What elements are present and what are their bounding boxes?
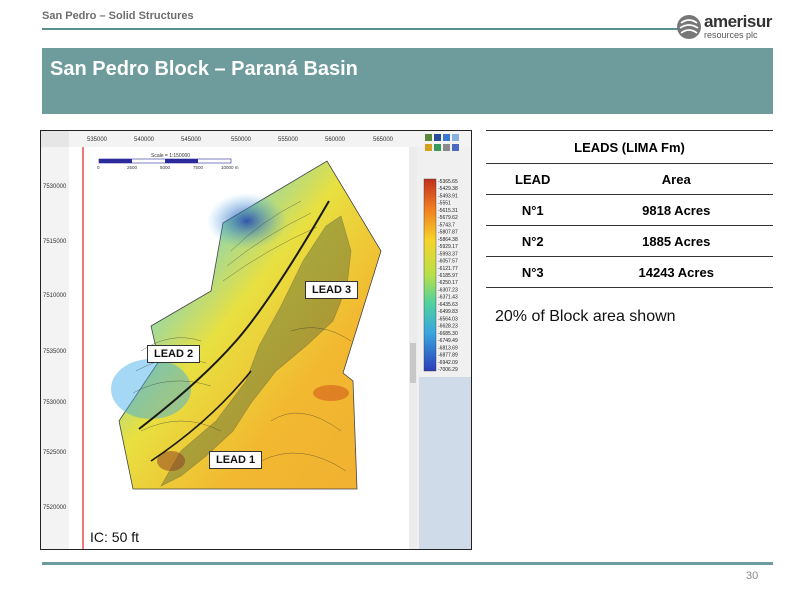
table-caption: LEADS (LIMA Fm) — [486, 130, 773, 164]
table-header-lead: LEAD — [486, 163, 580, 195]
table-header-area: Area — [579, 163, 773, 195]
color-scale-label: -5807.87 — [438, 230, 458, 236]
y-tick-label: 7530000 — [43, 400, 67, 406]
color-scale-label: -6057.57 — [438, 259, 458, 265]
structure-map-screenshot: 535000 540000 545000 550000 555000 56000… — [40, 130, 472, 550]
color-scale-label: -6749.49 — [438, 338, 458, 344]
title-banner: San Pedro Block – Paraná Basin — [42, 48, 773, 114]
leads-table: LEADS (LIMA Fm) LEAD Area N°1 9818 Acres… — [486, 130, 773, 288]
header-section-title: San Pedro – Solid Structures — [42, 10, 194, 22]
header-divider — [42, 28, 682, 30]
color-scale-label: -6877.89 — [438, 353, 458, 359]
toolbar-icon[interactable] — [452, 144, 459, 151]
color-scale-label: -5551 — [438, 201, 451, 207]
lead-3-label: LEAD 3 — [305, 281, 359, 299]
color-scale-label: -5743.7 — [438, 222, 455, 228]
toolbar-icon[interactable] — [425, 134, 432, 141]
block-outline — [111, 160, 382, 490]
y-tick-label: 7525000 — [43, 450, 67, 456]
color-scale-label: -5615.31 — [438, 208, 458, 214]
legend-empty-area — [419, 377, 471, 549]
y-tick-label: 7510000 — [43, 293, 67, 299]
color-scale-label: -5493.91 — [438, 193, 458, 199]
color-scale-label: -7006.29 — [438, 367, 458, 373]
y-tick-label: 7515000 — [43, 239, 67, 245]
logo-globe-icon — [677, 15, 701, 39]
logo-subtitle: resources plc — [704, 30, 758, 40]
color-scale-label: -6121.77 — [438, 266, 458, 272]
scale-tick: 0 — [97, 165, 100, 170]
color-scale-label: -5993.37 — [438, 251, 458, 257]
table-row: N°3 14243 Acres — [486, 256, 773, 288]
y-tick-label: 7530000 — [43, 184, 67, 190]
lead-number: N°2 — [486, 225, 580, 257]
lead-area: 14243 Acres — [579, 256, 773, 288]
x-tick-label: 565000 — [373, 137, 394, 143]
y-tick-label: 7535000 — [43, 349, 67, 355]
map-scale-bar: Scale = 1:150000 0 2500 5000 7500 10000 … — [97, 153, 239, 170]
lead-1-label: LEAD 1 — [209, 451, 263, 469]
color-scale-label: -6813.69 — [438, 345, 458, 351]
map-left-ruler — [41, 131, 69, 549]
color-scale-label: -6942.09 — [438, 360, 458, 366]
color-scale-label: -5864.38 — [438, 237, 458, 243]
toolbar-icon[interactable] — [443, 144, 450, 151]
company-logo: amerisur resources plc — [676, 12, 788, 42]
lead-area: 1885 Acres — [579, 225, 773, 257]
color-scale-bar — [423, 178, 437, 372]
structure-map: 535000 540000 545000 550000 555000 56000… — [41, 131, 471, 549]
lead-number: N°3 — [486, 256, 580, 288]
color-scale-label: -6307.23 — [438, 287, 458, 293]
table-row: N°1 9818 Acres — [486, 194, 773, 226]
scale-tick: 7500 — [193, 165, 204, 170]
color-scale-label: -6685.30 — [438, 331, 458, 337]
color-scale-label: -5429.38 — [438, 186, 458, 192]
toolbar-icon[interactable] — [434, 144, 441, 151]
x-tick-label: 535000 — [87, 137, 108, 143]
footer-divider — [42, 562, 773, 565]
color-scale-label: -5679.62 — [438, 215, 458, 221]
lead-number: N°1 — [486, 194, 580, 226]
color-scale-label: -6628.23 — [438, 324, 458, 330]
color-scale-label: -6185.97 — [438, 273, 458, 279]
scale-tick: 10000 m — [221, 165, 239, 170]
logo-wordmark: amerisur — [704, 12, 772, 31]
toolbar-icon[interactable] — [425, 144, 432, 151]
scale-tick: 2500 — [127, 165, 138, 170]
scale-caption: Scale = 1:150000 — [151, 153, 190, 159]
color-scale-label: -5365.65 — [438, 179, 458, 185]
lead-area: 9818 Acres — [579, 194, 773, 226]
page-number: 30 — [746, 570, 759, 582]
toolbar-icon[interactable] — [452, 134, 459, 141]
color-scale-label: -6435.63 — [438, 302, 458, 308]
table-row: N°2 1885 Acres — [486, 225, 773, 257]
contour-interval-label: IC: 50 ft — [90, 529, 140, 545]
color-scale-label: -5929.17 — [438, 244, 458, 250]
x-tick-label: 540000 — [134, 137, 155, 143]
color-scale-label: -6564.03 — [438, 316, 458, 322]
slide-title: San Pedro Block – Paraná Basin — [50, 58, 358, 80]
toolbar-icon[interactable] — [443, 134, 450, 141]
scale-tick: 5000 — [160, 165, 171, 170]
x-tick-label: 555000 — [278, 137, 299, 143]
map-scrollbar-thumb[interactable] — [410, 343, 416, 383]
x-tick-label: 545000 — [181, 137, 202, 143]
toolbar-icon[interactable] — [434, 134, 441, 141]
color-scale-label: -6371.43 — [438, 295, 458, 301]
x-tick-label: 560000 — [325, 137, 346, 143]
color-scale-label: -6250.17 — [438, 280, 458, 286]
block-area-note: 20% of Block area shown — [495, 308, 676, 325]
lead-2-label: LEAD 2 — [147, 345, 201, 363]
color-scale-label: -6499.83 — [438, 309, 458, 315]
x-tick-label: 550000 — [231, 137, 252, 143]
y-tick-label: 7520000 — [43, 505, 67, 511]
